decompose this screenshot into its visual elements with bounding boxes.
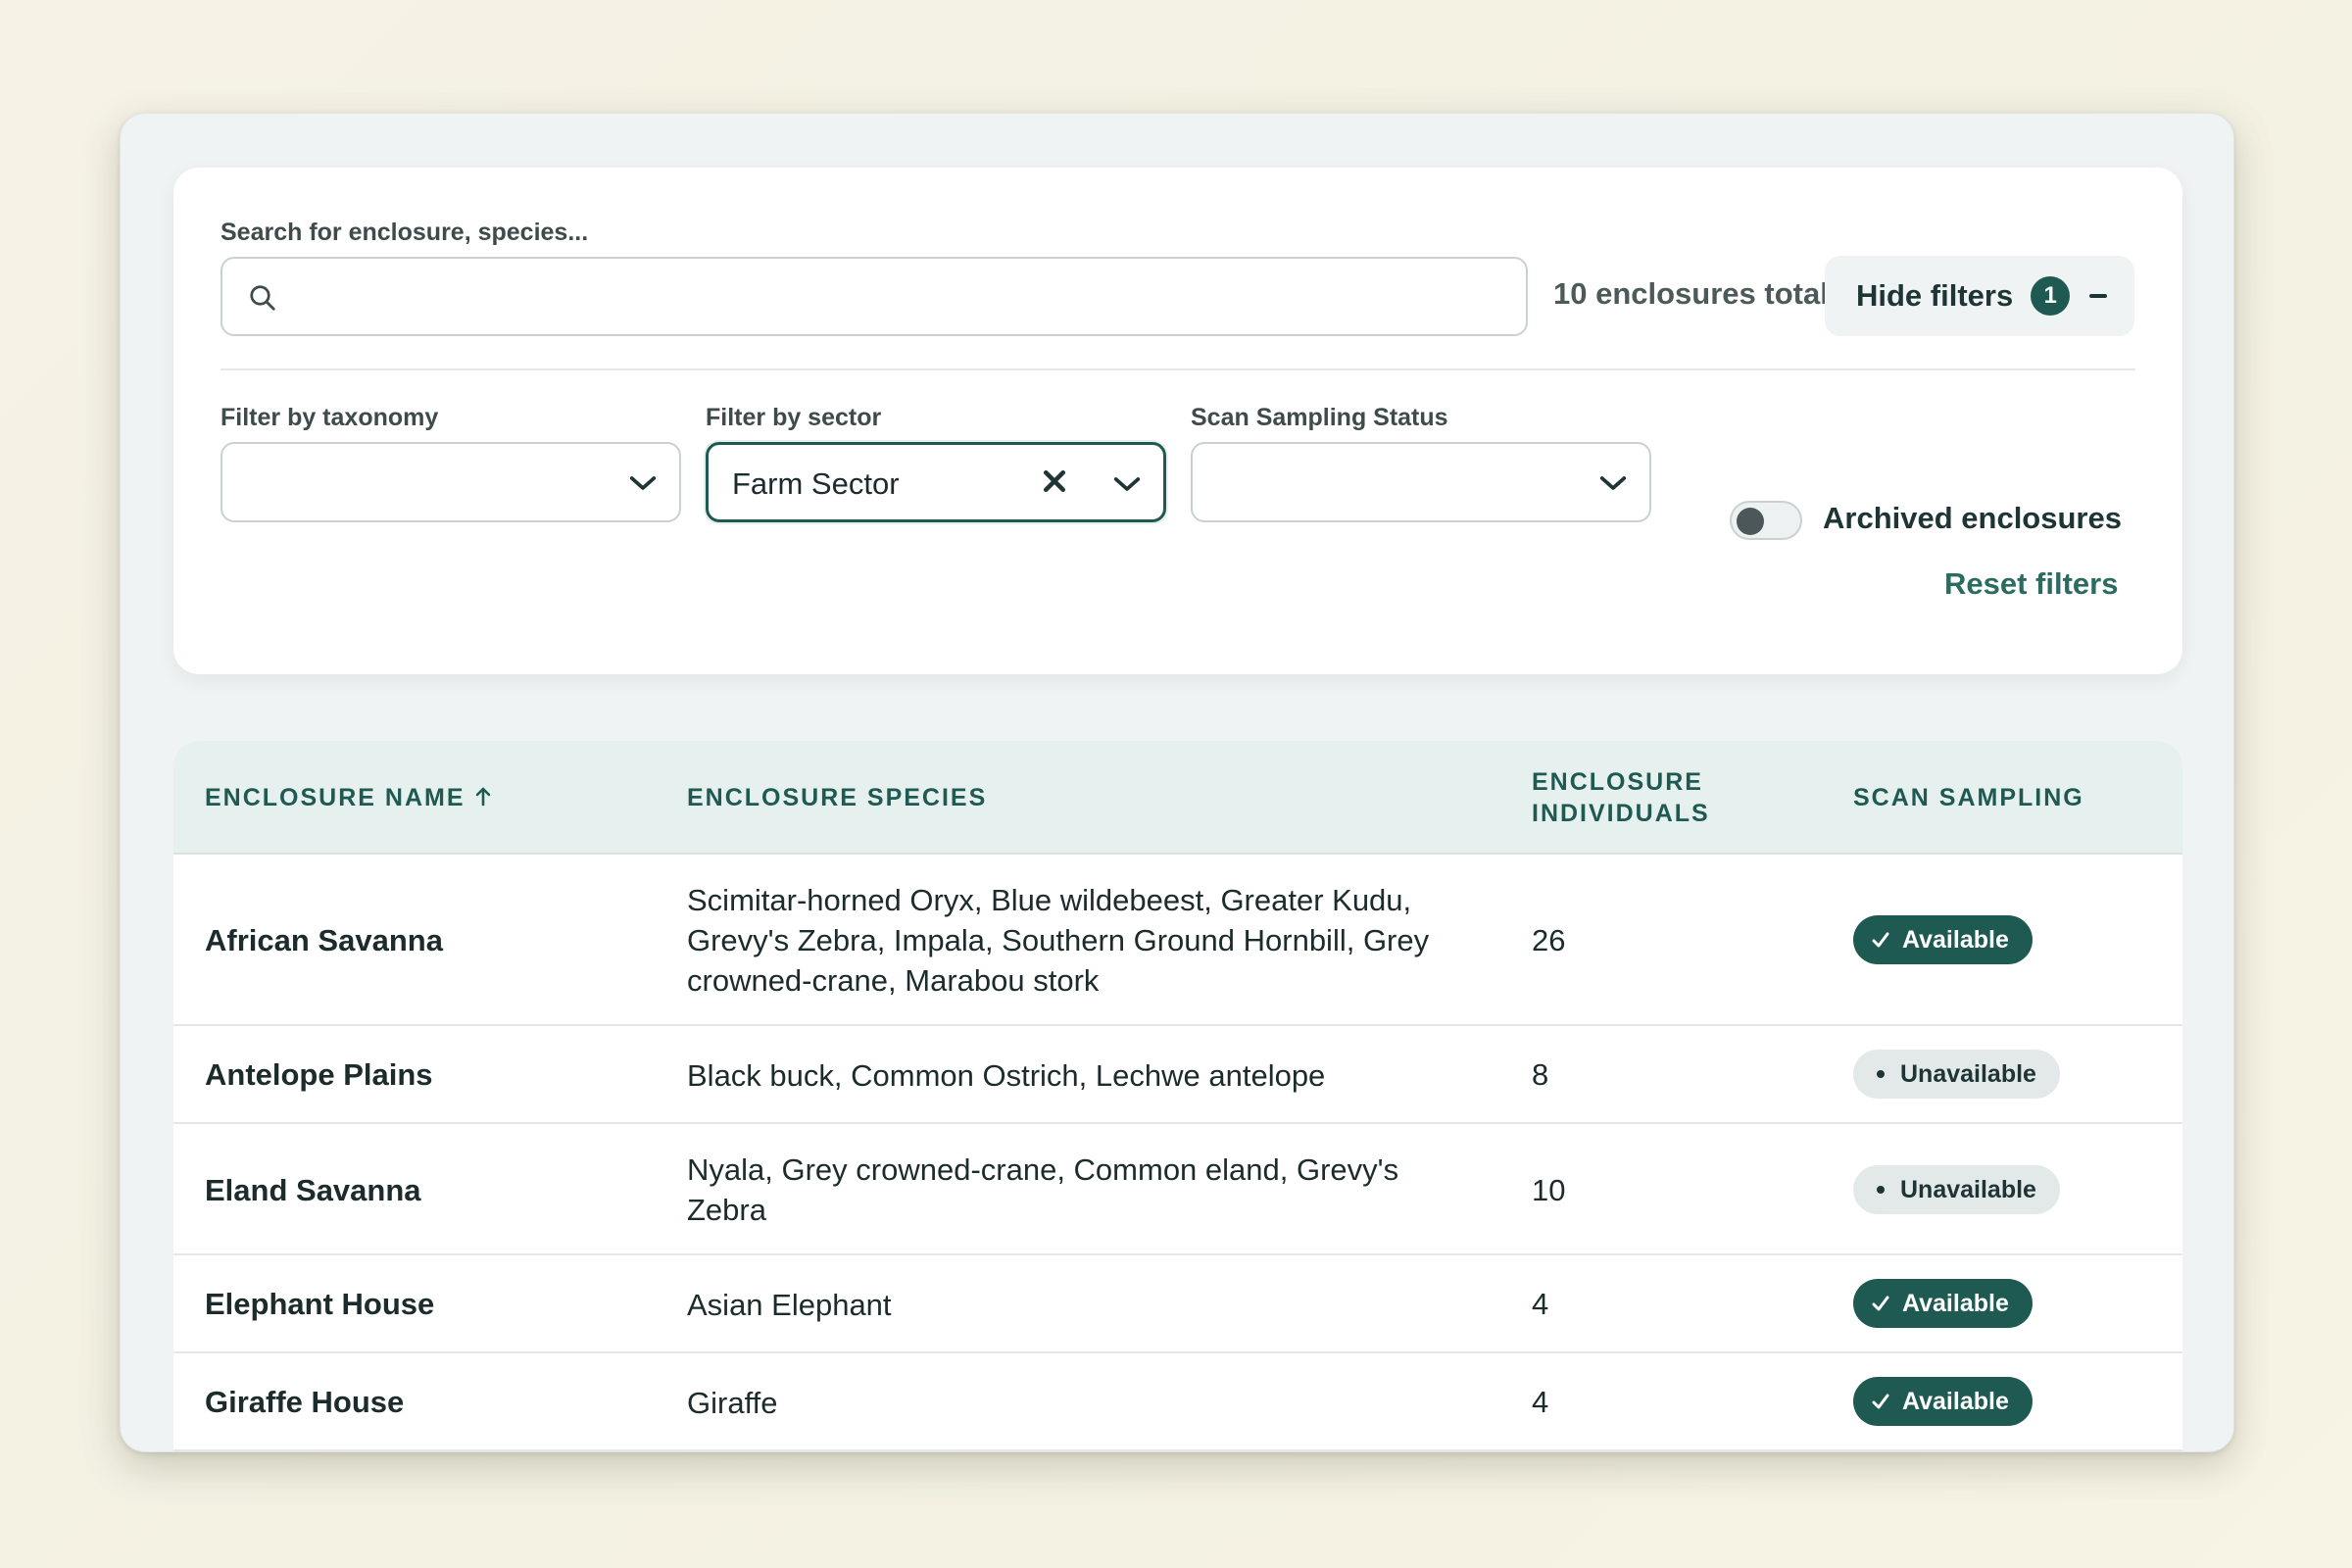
toggle-knob [1737, 508, 1764, 535]
status-badge: Unavailable [1853, 1165, 2060, 1214]
search-box[interactable] [220, 257, 1528, 336]
hide-filters-label: Hide filters [1856, 278, 2014, 313]
dot-icon [1877, 1070, 1885, 1078]
archived-toggle[interactable] [1730, 501, 1802, 540]
table-row[interactable]: African Savanna Scimitar-horned Oryx, Bl… [173, 855, 2182, 1026]
enclosure-name: Eland Savanna [205, 1173, 421, 1207]
enclosure-species: Scimitar-horned Oryx, Blue wildebeest, G… [687, 883, 1430, 998]
check-icon [1872, 932, 1889, 948]
table-row[interactable]: Antelope Plains Black buck, Common Ostri… [173, 1026, 2182, 1124]
status-badge: Unavailable [1853, 1050, 2060, 1099]
column-header-individuals-line2: INDIVIDUALS [1532, 800, 1710, 827]
taxonomy-filter-label: Filter by taxonomy [220, 404, 439, 431]
status-badge: Available [1853, 915, 2033, 964]
status-label: Available [1902, 1387, 2009, 1415]
column-header-individuals-line1: ENCLOSURE [1532, 768, 1703, 796]
scan-status-select[interactable] [1191, 442, 1651, 522]
check-icon [1872, 1296, 1889, 1311]
enclosure-individuals: 26 [1532, 923, 1566, 957]
close-icon[interactable] [1040, 466, 1069, 496]
enclosure-species: Asian Elephant [687, 1288, 892, 1322]
status-label: Unavailable [1900, 1175, 2036, 1203]
column-header-scan-sampling: SCAN SAMPLING [1853, 784, 2084, 811]
table-row[interactable]: Giraffe House Giraffe 4 Available [173, 1353, 2182, 1451]
hide-filters-button[interactable]: Hide filters 1 [1825, 256, 2134, 336]
enclosures-table: ENCLOSURE NAME ENCLOSURE SPECIES ENCLOSU… [173, 741, 2182, 1451]
enclosure-name: African Savanna [205, 923, 443, 957]
filter-panel: Search for enclosure, species... 10 encl… [173, 168, 2182, 674]
status-badge: Available [1853, 1279, 2033, 1328]
enclosure-species: Black buck, Common Ostrich, Lechwe antel… [687, 1058, 1326, 1093]
table-row[interactable]: Elephant House Asian Elephant 4 Availabl… [173, 1255, 2182, 1353]
enclosure-individuals: 8 [1532, 1057, 1549, 1092]
sector-select[interactable]: Farm Sector [706, 442, 1166, 522]
enclosure-name: Antelope Plains [205, 1057, 433, 1092]
app-window: Search for enclosure, species... 10 encl… [120, 113, 2234, 1452]
sector-select-value: Farm Sector [732, 466, 900, 501]
column-header-name[interactable]: ENCLOSURE NAME [205, 782, 493, 813]
enclosures-total: 10 enclosures total [1553, 276, 1829, 311]
search-label: Search for enclosure, species... [220, 219, 589, 246]
status-label: Unavailable [1900, 1059, 2036, 1088]
column-header-species: ENCLOSURE SPECIES [687, 784, 988, 811]
enclosure-name: Elephant House [205, 1287, 435, 1321]
search-icon [250, 285, 275, 311]
enclosure-individuals: 4 [1532, 1385, 1549, 1419]
active-filter-count-badge: 1 [2031, 276, 2071, 316]
status-label: Available [1902, 1289, 2009, 1317]
reset-filters-link[interactable]: Reset filters [1944, 566, 2118, 602]
enclosure-species: Nyala, Grey crowned-crane, Common eland,… [687, 1152, 1399, 1227]
enclosure-individuals: 4 [1532, 1287, 1549, 1321]
search-input[interactable] [291, 269, 1506, 325]
chevron-down-icon [629, 476, 657, 490]
check-icon [1872, 1394, 1889, 1409]
column-header-name-label: ENCLOSURE NAME [205, 784, 466, 811]
dot-icon [1877, 1186, 1885, 1194]
enclosure-name: Giraffe House [205, 1385, 405, 1419]
chevron-down-icon [1113, 477, 1141, 491]
taxonomy-select[interactable] [220, 442, 681, 522]
status-badge: Available [1853, 1377, 2033, 1426]
minus-icon [2089, 294, 2108, 298]
enclosure-individuals: 10 [1532, 1173, 1566, 1207]
scan-status-filter-label: Scan Sampling Status [1191, 404, 1448, 431]
arrow-up-icon [475, 787, 490, 807]
enclosure-species: Giraffe [687, 1386, 778, 1420]
chevron-down-icon [1599, 476, 1627, 490]
table-header: ENCLOSURE NAME ENCLOSURE SPECIES ENCLOSU… [173, 741, 2182, 855]
divider [220, 368, 2135, 370]
archived-toggle-label: Archived enclosures [1823, 501, 2122, 535]
sector-filter-label: Filter by sector [706, 404, 882, 431]
column-header-individuals: ENCLOSURE INDIVIDUALS [1532, 766, 1710, 829]
status-label: Available [1902, 925, 2009, 954]
table-row[interactable]: Eland Savanna Nyala, Grey crowned-crane,… [173, 1124, 2182, 1255]
